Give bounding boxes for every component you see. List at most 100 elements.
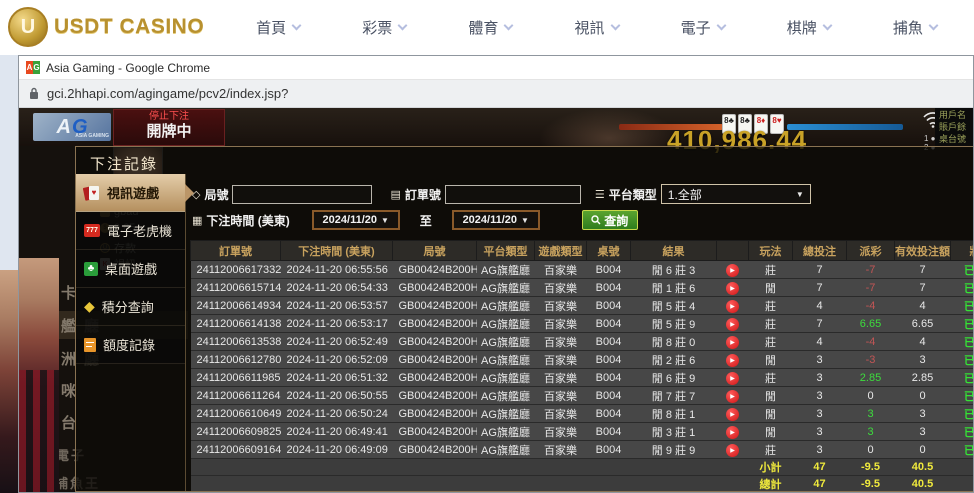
modal-main: ◇ 局號 ▤ 訂單號 ☰ 平台類型	[186, 174, 973, 491]
play-icon[interactable]: ▶	[726, 264, 739, 277]
cell-table: B004	[587, 405, 631, 423]
cell-payout: -7	[847, 261, 895, 279]
date-to-select[interactable]: 2024/11/20 ▼	[452, 210, 540, 230]
sidebar-item-桌面遊戲[interactable]: ♣桌面遊戲	[76, 250, 185, 288]
cell-order: 241120066106494	[191, 405, 281, 423]
play-icon[interactable]: ▶	[726, 444, 739, 457]
window-titlebar[interactable]: AG Asia Gaming - Google Chrome	[19, 56, 973, 80]
cell-result: 閒 2 莊 6	[631, 351, 717, 369]
cell-time: 2024-11-20 06:55:56	[281, 261, 393, 279]
play-icon[interactable]: ▶	[726, 336, 739, 349]
table-row: 2411200661733232024-11-20 06:55:56GB0042…	[191, 261, 974, 279]
cell-status: 已派彩	[951, 441, 974, 459]
cell-result: 閒 5 莊 4	[631, 297, 717, 315]
nav-item-label: 視訊	[574, 17, 604, 38]
subtotal-row: 小計47-9.540.5	[191, 459, 974, 476]
order-input[interactable]	[445, 185, 581, 204]
totals-spacer	[191, 459, 749, 476]
cell-round: GB00424B200HF	[393, 387, 477, 405]
play-icon[interactable]: ▶	[726, 426, 739, 439]
totals-label: 總計	[749, 476, 793, 492]
cell-game: 百家樂	[535, 387, 587, 405]
play-icon[interactable]: ▶	[726, 372, 739, 385]
chevron-down-icon: ▼	[381, 216, 389, 225]
nav-item-視訊[interactable]: 視訊	[574, 17, 618, 38]
cell-replay: ▶	[717, 315, 749, 333]
nav-item-label: 首頁	[256, 17, 286, 38]
clipboard-icon: ▤	[390, 188, 400, 201]
play-icon[interactable]: ▶	[726, 354, 739, 367]
ag-logo-subtext: ASIA GAMING	[75, 133, 109, 139]
play-icon[interactable]: ▶	[726, 300, 739, 313]
sidebar-item-label: 積分查詢	[102, 297, 154, 316]
sidebar-item-額度記錄[interactable]: 額度記錄	[76, 326, 185, 364]
ag-logo: AG ASIA GAMING	[33, 113, 111, 141]
search-icon	[591, 215, 601, 225]
cell-table: B004	[587, 369, 631, 387]
cell-table: B004	[587, 279, 631, 297]
cell-round: GB00424B200HE	[393, 405, 477, 423]
cell-table: B004	[587, 297, 631, 315]
cell-status: 已派彩	[951, 279, 974, 297]
date-from-select[interactable]: 2024/11/20 ▼	[312, 210, 400, 230]
table-row: 2411200661126412024-11-20 06:50:55GB0042…	[191, 387, 974, 405]
search-button[interactable]: 查詢	[582, 210, 638, 230]
chevron-down-icon	[822, 21, 832, 31]
nav-item-捕魚[interactable]: 捕魚	[893, 17, 937, 38]
column-header: 局號	[393, 241, 477, 261]
nav-item-彩票[interactable]: 彩票	[362, 17, 406, 38]
chevron-down-icon: ▼	[521, 216, 529, 225]
sidebar-item-積分查詢[interactable]: ◆ 積分查詢	[76, 288, 185, 326]
cell-replay: ▶	[717, 279, 749, 297]
cell-time: 2024-11-20 06:52:09	[281, 351, 393, 369]
cell-valid-bet: 0	[895, 387, 951, 405]
round-input[interactable]	[232, 185, 372, 204]
cell-replay: ▶	[717, 387, 749, 405]
totals-valid: 40.5	[895, 459, 951, 476]
play-icon[interactable]: ▶	[726, 408, 739, 421]
table-row: 2411200661571412024-11-20 06:54:33GB0042…	[191, 279, 974, 297]
address-bar[interactable]: gci.2hhapi.com/agingame/pcv2/index.jsp?	[19, 80, 973, 108]
totals-payout: -9.5	[847, 476, 895, 492]
main-nav: 首頁 彩票 體育 視訊 電子 棋牌 捕魚	[225, 0, 968, 55]
cell-valid-bet: 3	[895, 351, 951, 369]
table-row: 2411200661198562024-11-20 06:51:32GB0042…	[191, 369, 974, 387]
cell-platform: AG旗艦廳	[477, 297, 535, 315]
filter-row-2: ▦ 下注時間 (美東) 2024/11/20 ▼ 至 2024/11/20 ▼	[190, 208, 973, 232]
cell-platform: AG旗艦廳	[477, 261, 535, 279]
nav-item-電子[interactable]: 電子	[681, 17, 725, 38]
cell-result: 閒 8 莊 1	[631, 405, 717, 423]
play-icon[interactable]: ▶	[726, 390, 739, 403]
cell-status: 已派彩	[951, 333, 974, 351]
points-diamond-icon: ◆	[84, 298, 95, 315]
cell-play-type: 閒	[749, 405, 793, 423]
cell-payout: 3	[847, 423, 895, 441]
table-row: 2411200660916452024-11-20 06:49:09GB0042…	[191, 441, 974, 459]
sidebar-item-視訊遊戲[interactable]: ♥視訊遊戲	[76, 174, 185, 212]
cell-valid-bet: 3	[895, 423, 951, 441]
cell-order: 241120066157141	[191, 279, 281, 297]
nav-item-體育[interactable]: 體育	[468, 17, 512, 38]
cell-table: B004	[587, 261, 631, 279]
page-photo-strip	[0, 270, 18, 493]
cell-result: 閒 3 莊 1	[631, 423, 717, 441]
cell-round: GB00424B200HD	[393, 423, 477, 441]
cell-status: 已派彩	[951, 369, 974, 387]
sidebar-item-label: 桌面遊戲	[105, 259, 157, 278]
cell-result: 閒 8 莊 0	[631, 333, 717, 351]
sidebar-item-電子老虎機[interactable]: 777電子老虎機	[76, 212, 185, 250]
nav-item-棋牌[interactable]: 棋牌	[787, 17, 831, 38]
cell-order: 241120066149348	[191, 297, 281, 315]
cell-time: 2024-11-20 06:49:09	[281, 441, 393, 459]
nav-item-首頁[interactable]: 首頁	[256, 17, 300, 38]
play-icon[interactable]: ▶	[726, 282, 739, 295]
platform-select[interactable]: 1.全部 ▼	[661, 184, 811, 204]
chevron-down-icon: ▼	[796, 190, 804, 199]
cell-table: B004	[587, 441, 631, 459]
cell-game: 百家樂	[535, 261, 587, 279]
order-label: ▤ 訂單號	[390, 186, 440, 203]
cell-replay: ▶	[717, 369, 749, 387]
cell-table: B004	[587, 423, 631, 441]
cell-play-type: 莊	[749, 297, 793, 315]
play-icon[interactable]: ▶	[726, 318, 739, 331]
